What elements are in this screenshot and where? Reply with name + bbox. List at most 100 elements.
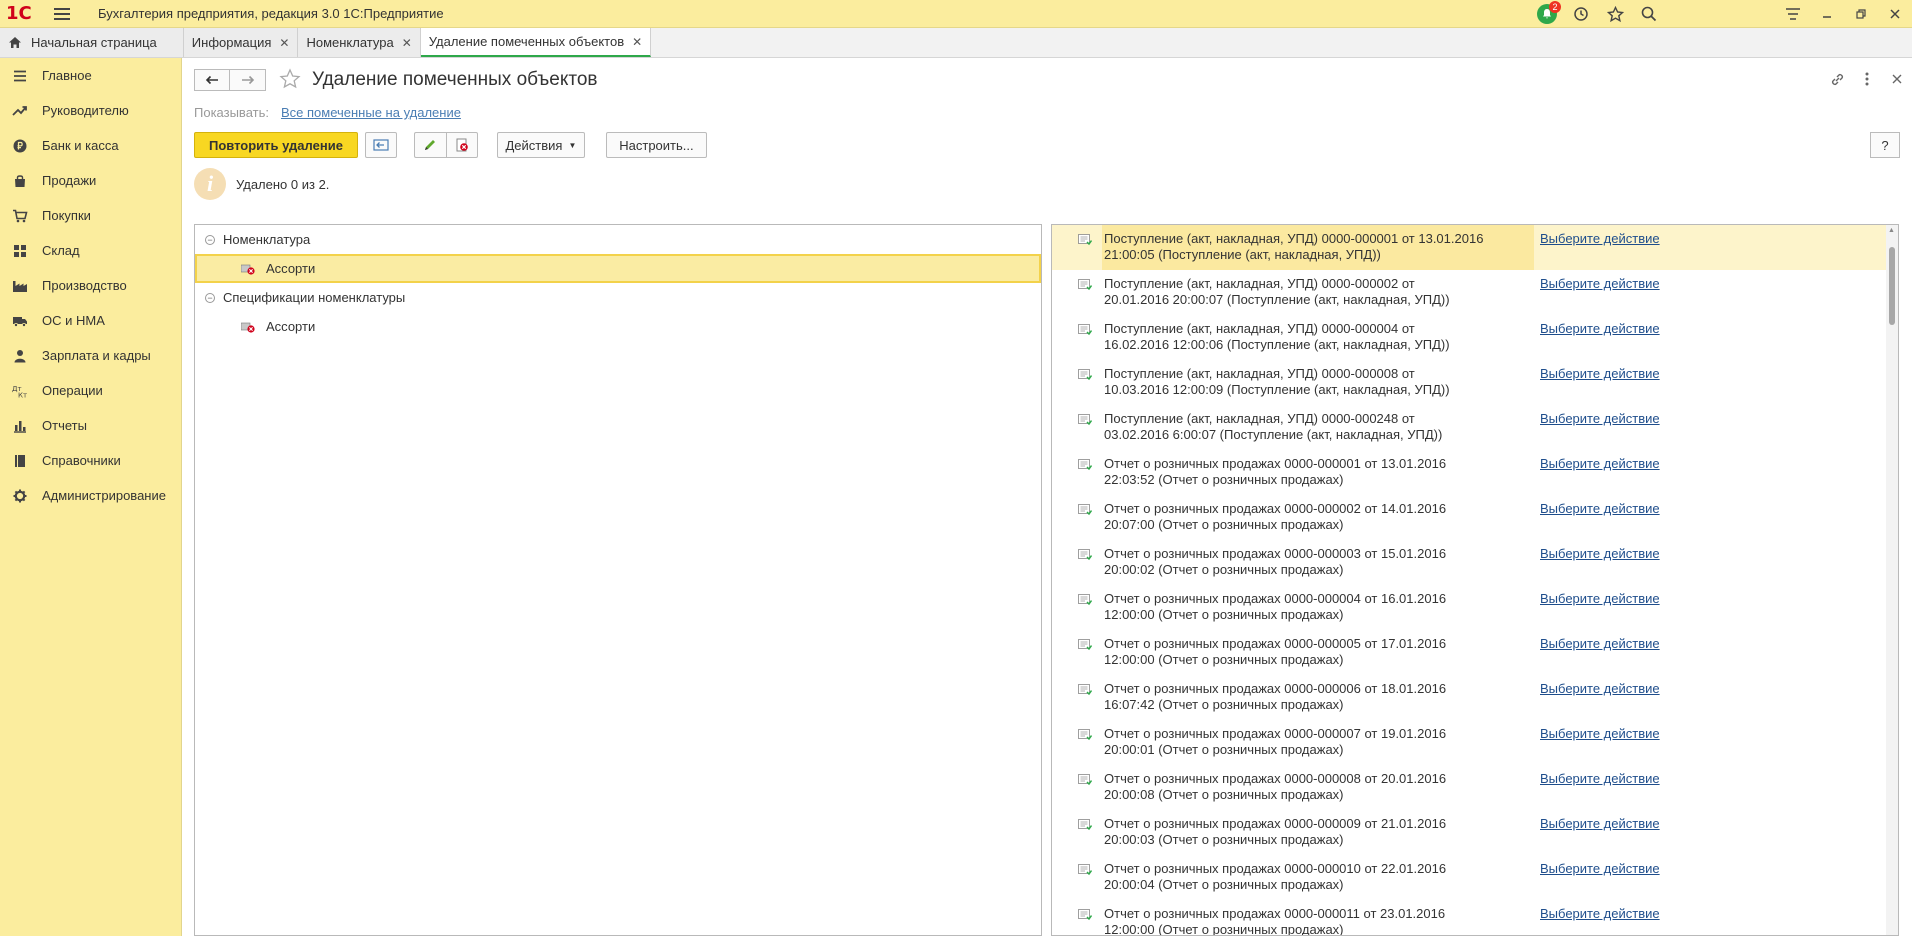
tab-nomenclature[interactable]: Номенклатура ✕ (298, 28, 421, 57)
sidebar-item-warehouse[interactable]: Склад (0, 233, 181, 268)
app-logo[interactable]: 1С (6, 3, 40, 25)
back-to-list-button[interactable] (364, 132, 397, 158)
status-row: i Удалено 0 из 2. (194, 168, 329, 200)
close-tab-icon[interactable]: ✕ (402, 36, 412, 50)
choose-action-link[interactable]: Выберите действие (1540, 681, 1660, 696)
settings-menu-icon[interactable] (1776, 0, 1810, 28)
sidebar-item-admin[interactable]: Администрирование (0, 478, 181, 513)
link-icon[interactable] (1822, 68, 1852, 90)
minimize-icon[interactable] (1810, 0, 1844, 28)
vertical-scrollbar[interactable]: ▲ (1886, 225, 1898, 935)
tab-delete-marked[interactable]: Удаление помеченных объектов ✕ (420, 28, 652, 57)
sidebar-item-directories[interactable]: Справочники (0, 443, 181, 478)
tab-home[interactable]: Начальная страница (0, 28, 184, 57)
choose-action-link[interactable]: Выберите действие (1540, 771, 1660, 786)
forward-button[interactable] (230, 69, 266, 91)
unmark-delete-button[interactable] (445, 132, 478, 158)
close-window-icon[interactable] (1878, 0, 1912, 28)
choose-action-link[interactable]: Выберите действие (1540, 726, 1660, 741)
more-icon[interactable] (1852, 68, 1882, 90)
tab-info[interactable]: Информация ✕ (183, 28, 299, 57)
document-row[interactable]: Отчет о розничных продажах 0000-000010 о… (1052, 855, 1898, 900)
scroll-up-icon[interactable]: ▲ (1888, 227, 1895, 234)
main-area: Удаление помеченных объектов Показывать:… (183, 58, 1912, 936)
help-button[interactable]: ? (1870, 132, 1900, 158)
sidebar-item-label: Отчеты (42, 418, 87, 433)
search-icon[interactable] (1632, 0, 1666, 28)
page-title: Удаление помеченных объектов (312, 69, 598, 90)
choose-action-link[interactable]: Выберите действие (1540, 636, 1660, 651)
sidebar-item-production[interactable]: Производство (0, 268, 181, 303)
document-row[interactable]: Поступление (акт, накладная, УПД) 0000-0… (1052, 315, 1898, 360)
back-button[interactable] (194, 69, 230, 91)
document-icon (1078, 459, 1093, 471)
restore-icon[interactable] (1844, 0, 1878, 28)
choose-action-link[interactable]: Выберите действие (1540, 411, 1660, 426)
document-row[interactable]: Отчет о розничных продажах 0000-000009 о… (1052, 810, 1898, 855)
tree-group-row[interactable]: − Спецификации номенклатуры (195, 283, 1041, 312)
choose-action-link[interactable]: Выберите действие (1540, 366, 1660, 381)
close-tab-icon[interactable]: ✕ (632, 35, 642, 49)
sidebar-item-bank[interactable]: Банк и касса (0, 128, 181, 163)
choose-action-link[interactable]: Выберите действие (1540, 816, 1660, 831)
sidebar-item-fixed-assets[interactable]: ОС и НМА (0, 303, 181, 338)
retry-delete-button[interactable]: Повторить удаление (194, 132, 358, 158)
document-row[interactable]: Отчет о розничных продажах 0000-000008 о… (1052, 765, 1898, 810)
document-row[interactable]: Поступление (акт, накладная, УПД) 0000-0… (1052, 405, 1898, 450)
document-text: Отчет о розничных продажах 0000-000004 о… (1104, 591, 1447, 622)
close-form-icon[interactable] (1882, 68, 1912, 90)
pencil-icon (425, 140, 436, 150)
sidebar-item-salary[interactable]: Зарплата и кадры (0, 338, 181, 373)
notifications-button[interactable]: 2 (1530, 0, 1564, 28)
sidebar-item-purchases[interactable]: Покупки (0, 198, 181, 233)
edit-button[interactable] (413, 132, 446, 158)
tree-group-row[interactable]: − Номенклатура (195, 225, 1041, 254)
tree-item-row[interactable]: Ассорти (195, 254, 1041, 283)
document-row[interactable]: Отчет о розничных продажах 0000-000001 о… (1052, 450, 1898, 495)
sidebar-item-sales[interactable]: Продажи (0, 163, 181, 198)
document-row[interactable]: Отчет о розничных продажах 0000-000005 о… (1052, 630, 1898, 675)
settings-button[interactable]: Настроить... (605, 132, 707, 158)
actions-dropdown[interactable]: Действия ▼ (496, 132, 585, 158)
sidebar-item-operations[interactable]: Дт Кт Операции (0, 373, 181, 408)
choose-action-link[interactable]: Выберите действие (1540, 456, 1660, 471)
document-row[interactable]: Отчет о розничных продажах 0000-000011 о… (1052, 900, 1898, 935)
choose-action-link[interactable]: Выберите действие (1540, 321, 1660, 336)
document-text: Отчет о розничных продажах 0000-000009 о… (1104, 816, 1447, 847)
sidebar-item-main[interactable]: Главное (0, 58, 181, 93)
sidebar-item-label: Покупки (42, 208, 91, 223)
document-row[interactable]: Поступление (акт, накладная, УПД) 0000-0… (1052, 270, 1898, 315)
ruble-icon (12, 138, 28, 154)
document-row[interactable]: Отчет о розничных продажах 0000-000006 о… (1052, 675, 1898, 720)
close-tab-icon[interactable]: ✕ (279, 36, 289, 50)
choose-action-link[interactable]: Выберите действие (1540, 861, 1660, 876)
choose-action-link[interactable]: Выберите действие (1540, 276, 1660, 291)
tree-item-row[interactable]: Ассорти (195, 312, 1041, 341)
document-row[interactable]: Отчет о розничных продажах 0000-000003 о… (1052, 540, 1898, 585)
favorites-icon[interactable] (1598, 0, 1632, 28)
document-row[interactable]: Поступление (акт, накладная, УПД) 0000-0… (1052, 225, 1898, 270)
sidebar-item-manager[interactable]: Руководителю (0, 93, 181, 128)
sidebar-item-label: Продажи (42, 173, 97, 188)
choose-action-link[interactable]: Выберите действие (1540, 546, 1660, 561)
menu-lines-icon (12, 68, 28, 84)
document-row[interactable]: Отчет о розничных продажах 0000-000002 о… (1052, 495, 1898, 540)
collapse-icon[interactable]: − (205, 292, 215, 303)
choose-action-link[interactable]: Выберите действие (1540, 906, 1660, 921)
document-row[interactable]: Отчет о розничных продажах 0000-000004 о… (1052, 585, 1898, 630)
collapse-icon[interactable]: − (205, 234, 215, 245)
document-row[interactable]: Отчет о розничных продажах 0000-000007 о… (1052, 720, 1898, 765)
main-menu-icon[interactable] (54, 3, 76, 25)
status-text: Удалено 0 из 2. (236, 176, 330, 192)
document-icon (1078, 594, 1093, 606)
favorite-star-icon[interactable] (279, 68, 301, 94)
document-row[interactable]: Поступление (акт, накладная, УПД) 0000-0… (1052, 360, 1898, 405)
svg-text:Кт: Кт (18, 391, 27, 398)
sidebar-item-reports[interactable]: Отчеты (0, 408, 181, 443)
choose-action-link[interactable]: Выберите действие (1540, 501, 1660, 516)
choose-action-link[interactable]: Выберите действие (1540, 231, 1660, 246)
show-filter-link[interactable]: Все помеченные на удаление (281, 105, 461, 120)
history-icon[interactable] (1564, 0, 1598, 28)
choose-action-link[interactable]: Выберите действие (1540, 591, 1660, 606)
scroll-thumb[interactable] (1889, 247, 1895, 325)
